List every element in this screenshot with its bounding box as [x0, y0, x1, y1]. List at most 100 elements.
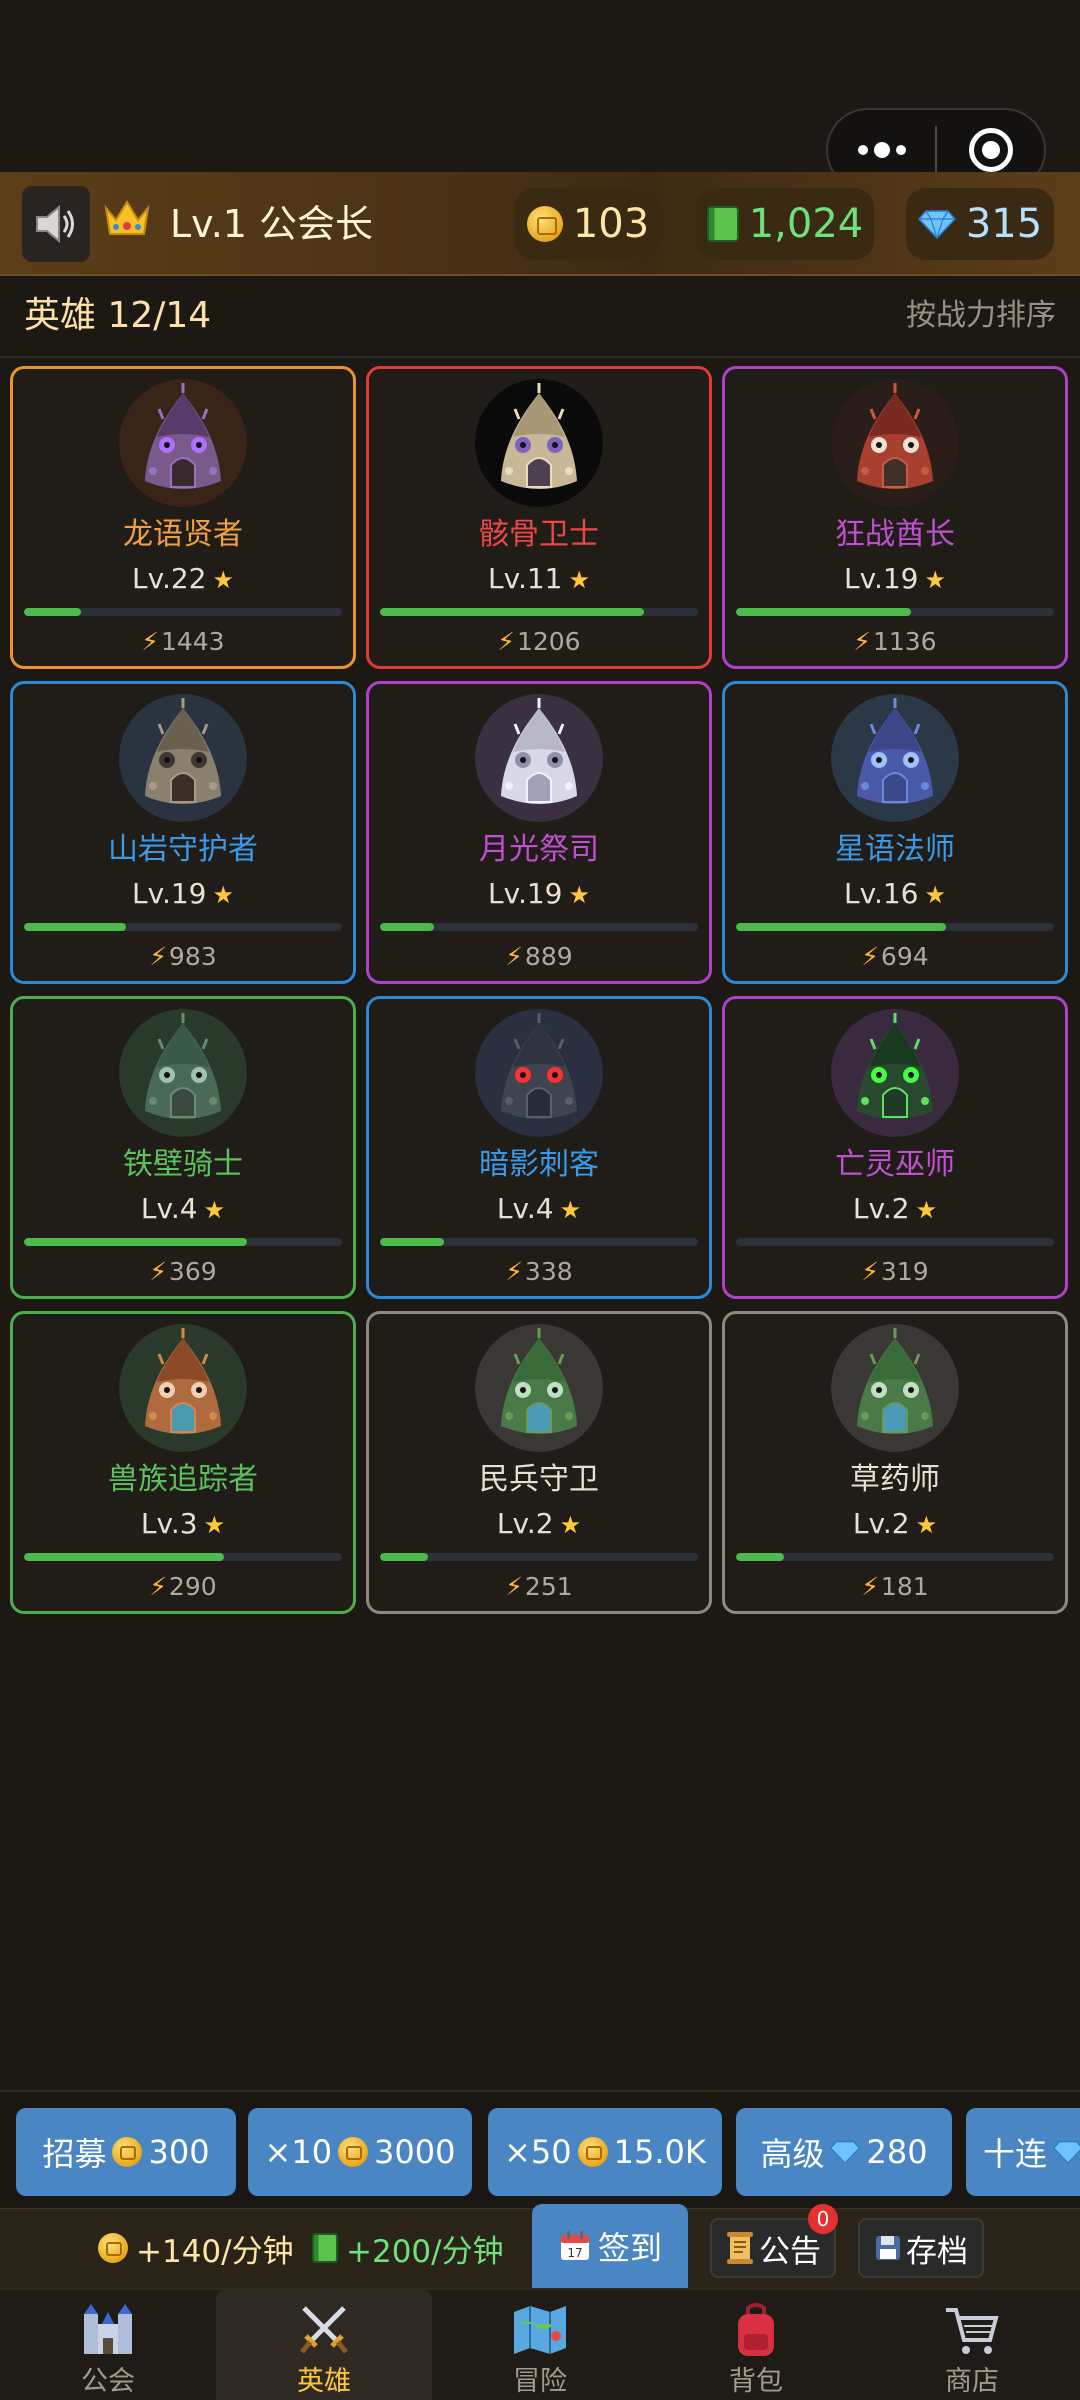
nav-tab[interactable]: 背包: [648, 2290, 864, 2400]
lightning-icon: ⚡: [505, 1572, 523, 1601]
floppy-disk-icon: [876, 2236, 900, 2260]
lightning-icon: ⚡: [861, 1257, 879, 1286]
hero-card[interactable]: 铁壁骑士 Lv.4 ★ ⚡369: [10, 996, 356, 1299]
hero-power-value: 369: [168, 1257, 217, 1286]
book-amount: 1,024: [748, 201, 864, 247]
hero-xp-bar: [24, 923, 342, 931]
nav-tab-label: 商店: [945, 2366, 999, 2397]
speaker-icon: [36, 204, 74, 244]
hero-card[interactable]: 狂战酋长 Lv.19 ★ ⚡1136: [722, 366, 1068, 669]
hero-power: ⚡290: [149, 1571, 216, 1603]
hero-power-value: 1443: [160, 627, 225, 656]
hero-avatar: [475, 694, 603, 822]
hero-card[interactable]: 民兵守卫 Lv.2 ★ ⚡251: [366, 1311, 712, 1614]
gold-counter: 103: [514, 188, 662, 260]
hero-xp-bar: [736, 923, 1054, 931]
hero-xp-fill: [24, 1553, 225, 1561]
hero-card[interactable]: 骸骨卫士 Lv.11 ★ ⚡1206: [366, 366, 712, 669]
hero-avatar: [119, 1324, 247, 1452]
lightning-icon: ⚡: [149, 1572, 167, 1601]
nav-tab[interactable]: 英雄: [216, 2290, 432, 2400]
hero-power-value: 338: [524, 1257, 573, 1286]
sound-toggle-button[interactable]: [22, 186, 90, 262]
guild-rank-label: Lv.1 公会长: [170, 202, 374, 246]
hero-name: 草药师: [850, 1462, 940, 1497]
star-icon: ★: [924, 566, 947, 594]
hero-name: 暗影刺客: [479, 1147, 599, 1182]
hero-level-text: Lv.2: [852, 1192, 910, 1225]
recruit-button[interactable]: 高级 280: [736, 2108, 952, 2196]
hero-level-text: Lv.11: [487, 562, 563, 595]
nav-tab[interactable]: 商店: [864, 2290, 1080, 2400]
nav-tab-label: 公会: [81, 2366, 135, 2397]
hero-name: 铁壁骑士: [123, 1147, 243, 1182]
heroes-count-title: 英雄 12/14: [24, 295, 212, 336]
nav-tab-label: 英雄: [297, 2366, 351, 2397]
hero-xp-fill: [736, 1553, 784, 1561]
hero-name: 龙语贤者: [123, 517, 243, 552]
hero-power-value: 319: [880, 1257, 929, 1286]
notice-label: 公告: [759, 2233, 821, 2270]
nav-tab[interactable]: 公会: [0, 2290, 216, 2400]
hero-level: Lv.16 ★: [844, 876, 946, 913]
lightning-icon: ⚡: [149, 1257, 167, 1286]
hero-name: 亡灵巫师: [835, 1147, 955, 1182]
hero-power: ⚡1206: [497, 626, 580, 658]
recruit-button[interactable]: ×50 15.0K: [488, 2108, 722, 2196]
hero-card[interactable]: 兽族追踪者 Lv.3 ★ ⚡290: [10, 1311, 356, 1614]
lightning-icon: ⚡: [853, 627, 871, 656]
hero-card[interactable]: 星语法师 Lv.16 ★ ⚡694: [722, 681, 1068, 984]
hero-power: ⚡181: [861, 1571, 928, 1603]
hero-name: 骸骨卫士: [479, 517, 599, 552]
hero-level: Lv.11 ★: [488, 561, 590, 598]
recruit-button[interactable]: 十连: [966, 2108, 1080, 2196]
hero-level-text: Lv.2: [496, 1507, 554, 1540]
star-icon: ★: [212, 881, 235, 909]
hero-name: 民兵守卫: [479, 1462, 599, 1497]
gem-amount: 315: [965, 201, 1043, 247]
crossed-swords-icon: [294, 2300, 354, 2360]
hero-card[interactable]: 草药师 Lv.2 ★ ⚡181: [722, 1311, 1068, 1614]
svg-text:17: 17: [567, 2246, 582, 2260]
star-icon: ★: [203, 1196, 226, 1224]
gold-coin-icon: [577, 2137, 608, 2167]
hero-level: Lv.19 ★: [132, 876, 234, 913]
cart-icon: [942, 2300, 1002, 2360]
hero-card[interactable]: 山岩守护者 Lv.19 ★ ⚡983: [10, 681, 356, 984]
recruit-button[interactable]: 招募 300: [16, 2108, 236, 2196]
hero-xp-bar: [736, 608, 1054, 616]
bottom-navigation: 公会 英雄 冒险 背包 商店: [0, 2288, 1080, 2400]
star-icon: ★: [915, 1511, 938, 1539]
hero-card[interactable]: 暗影刺客 Lv.4 ★ ⚡338: [366, 996, 712, 1299]
star-icon: ★: [559, 1511, 582, 1539]
checkin-label: 签到: [597, 2229, 662, 2267]
hero-card[interactable]: 月光祭司 Lv.19 ★ ⚡889: [366, 681, 712, 984]
lightning-icon: ⚡: [861, 942, 879, 971]
star-icon: ★: [212, 566, 235, 594]
star-icon: ★: [203, 1511, 226, 1539]
nav-tab[interactable]: 冒险: [432, 2290, 648, 2400]
hero-avatar: [475, 379, 603, 507]
gold-amount: 103: [572, 201, 650, 247]
map-icon: [510, 2300, 570, 2360]
recruit-button[interactable]: ×10 3000: [248, 2108, 472, 2196]
hero-power-value: 1206: [516, 627, 581, 656]
hero-power-value: 983: [168, 942, 217, 971]
hero-card[interactable]: 亡灵巫师 Lv.2 ★ ⚡319: [722, 996, 1068, 1299]
recruit-label: ×10: [264, 2133, 333, 2171]
gold-income-rate: +140/分钟: [136, 2233, 294, 2270]
hero-level-text: Lv.22: [131, 562, 207, 595]
hero-name: 星语法师: [835, 832, 955, 867]
hero-level-text: Lv.3: [140, 1507, 198, 1540]
hero-level: Lv.4 ★: [141, 1191, 225, 1228]
checkin-button[interactable]: 17 签到: [532, 2204, 688, 2288]
star-icon: ★: [915, 1196, 938, 1224]
save-button[interactable]: 存档: [858, 2218, 984, 2278]
hero-power: ⚡983: [149, 941, 216, 973]
hero-grid: 龙语贤者 Lv.22 ★ ⚡1443 骸骨卫士 Lv.11 ★ ⚡1206 狂战酋长…: [10, 366, 1070, 1614]
hero-avatar: [831, 1324, 959, 1452]
hero-xp-fill: [736, 608, 911, 616]
hero-card[interactable]: 龙语贤者 Lv.22 ★ ⚡1443: [10, 366, 356, 669]
sort-by-power-button[interactable]: 按战力排序: [906, 290, 1056, 342]
gem-counter: 315: [906, 188, 1054, 260]
